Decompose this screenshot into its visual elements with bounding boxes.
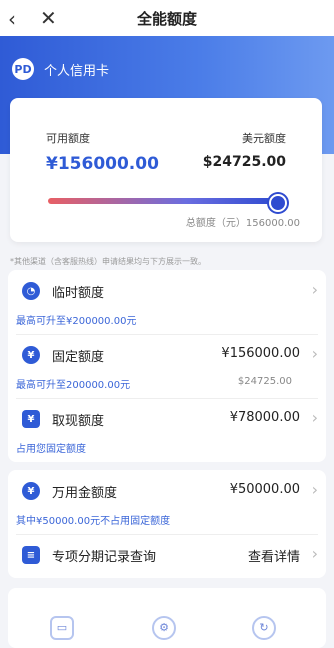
item-name: 万用金额度 <box>52 486 118 501</box>
chevron-right-icon: › <box>311 408 318 427</box>
item-name: 固定额度 <box>52 350 105 365</box>
quick-actions-panel: ▭ ⚙ ↻ <box>8 588 326 648</box>
limit-progress-bar <box>48 198 278 204</box>
credit-limit-card: 可用额度 美元额度 ¥156000.00 $24725.00 总额度（元）156… <box>10 98 322 242</box>
item-amount: ¥50000.00 <box>229 482 300 497</box>
available-limit-label: 可用额度 <box>46 132 90 145</box>
document-icon: ≡ <box>22 546 40 564</box>
settings-icon[interactable]: ⚙ <box>152 616 176 640</box>
clock-icon: ◔ <box>22 282 40 300</box>
item-sub-text: 其中¥50000.00元不占用固定额度 <box>16 516 171 527</box>
chevron-right-icon: › <box>311 544 318 563</box>
channel-note: *其他渠道（含客服热线）申请结果均与下方展示一致。 <box>10 257 206 266</box>
item-sub-text: 最高可升至200000.00元 <box>16 380 131 391</box>
brand-row: PD 个人信用卡 <box>12 58 109 80</box>
list-item-installment-query[interactable]: ≡ 专项分期记录查询 查看详情 › <box>8 534 326 578</box>
repay-icon[interactable]: ↻ <box>252 616 276 640</box>
item-name: 取现额度 <box>52 414 105 429</box>
item-sub-right: $24725.00 <box>237 376 292 387</box>
view-details-link[interactable]: 查看详情 <box>248 546 300 565</box>
back-arrow-icon[interactable]: ‹ <box>8 7 16 31</box>
money-bag-icon: ¥ <box>22 482 40 500</box>
list-item-fixed-limit[interactable]: ¥ 固定额度 ¥156000.00 › 最高可升至200000.00元 $247… <box>8 334 326 398</box>
close-icon[interactable]: ✕ <box>40 6 57 30</box>
card-type-title: 个人信用卡 <box>44 63 110 79</box>
chevron-right-icon: › <box>311 480 318 499</box>
list-item-cash-limit[interactable]: ¥ 取现额度 ¥78000.00 › 占用您固定额度 <box>8 398 326 462</box>
limit-list-panel: ◔ 临时额度 › 最高可升至¥200000.00元 ¥ 固定额度 ¥156000… <box>8 270 326 462</box>
usd-limit-value: $24725.00 <box>202 154 286 170</box>
top-nav-bar: ‹ ✕ 全能额度 <box>0 0 334 36</box>
list-item-universal-credit[interactable]: ¥ 万用金额度 ¥50000.00 › 其中¥50000.00元不占用固定额度 <box>8 470 326 534</box>
total-limit-text: 总额度（元）156000.00 <box>185 218 300 229</box>
limit-progress-knob <box>269 194 287 212</box>
item-sub-text: 占用您固定额度 <box>16 444 86 455</box>
yen-icon: ¥ <box>22 346 40 364</box>
item-name: 临时额度 <box>52 286 105 301</box>
chevron-right-icon: › <box>311 344 318 363</box>
item-name: 专项分期记录查询 <box>52 550 157 565</box>
item-sub-text: 最高可升至¥200000.00元 <box>16 316 137 327</box>
chevron-right-icon: › <box>311 280 318 299</box>
available-limit-value: ¥156000.00 <box>46 154 159 174</box>
bank-logo-icon: PD <box>12 58 34 80</box>
usd-limit-label: 美元额度 <box>242 132 286 145</box>
list-item-temporary-limit[interactable]: ◔ 临时额度 › 最高可升至¥200000.00元 <box>8 270 326 334</box>
extra-limit-panel: ¥ 万用金额度 ¥50000.00 › 其中¥50000.00元不占用固定额度 … <box>8 470 326 578</box>
item-amount: ¥156000.00 <box>221 346 300 361</box>
wallet-icon[interactable]: ▭ <box>50 616 74 640</box>
item-amount: ¥78000.00 <box>229 410 300 425</box>
cash-icon: ¥ <box>22 410 40 428</box>
